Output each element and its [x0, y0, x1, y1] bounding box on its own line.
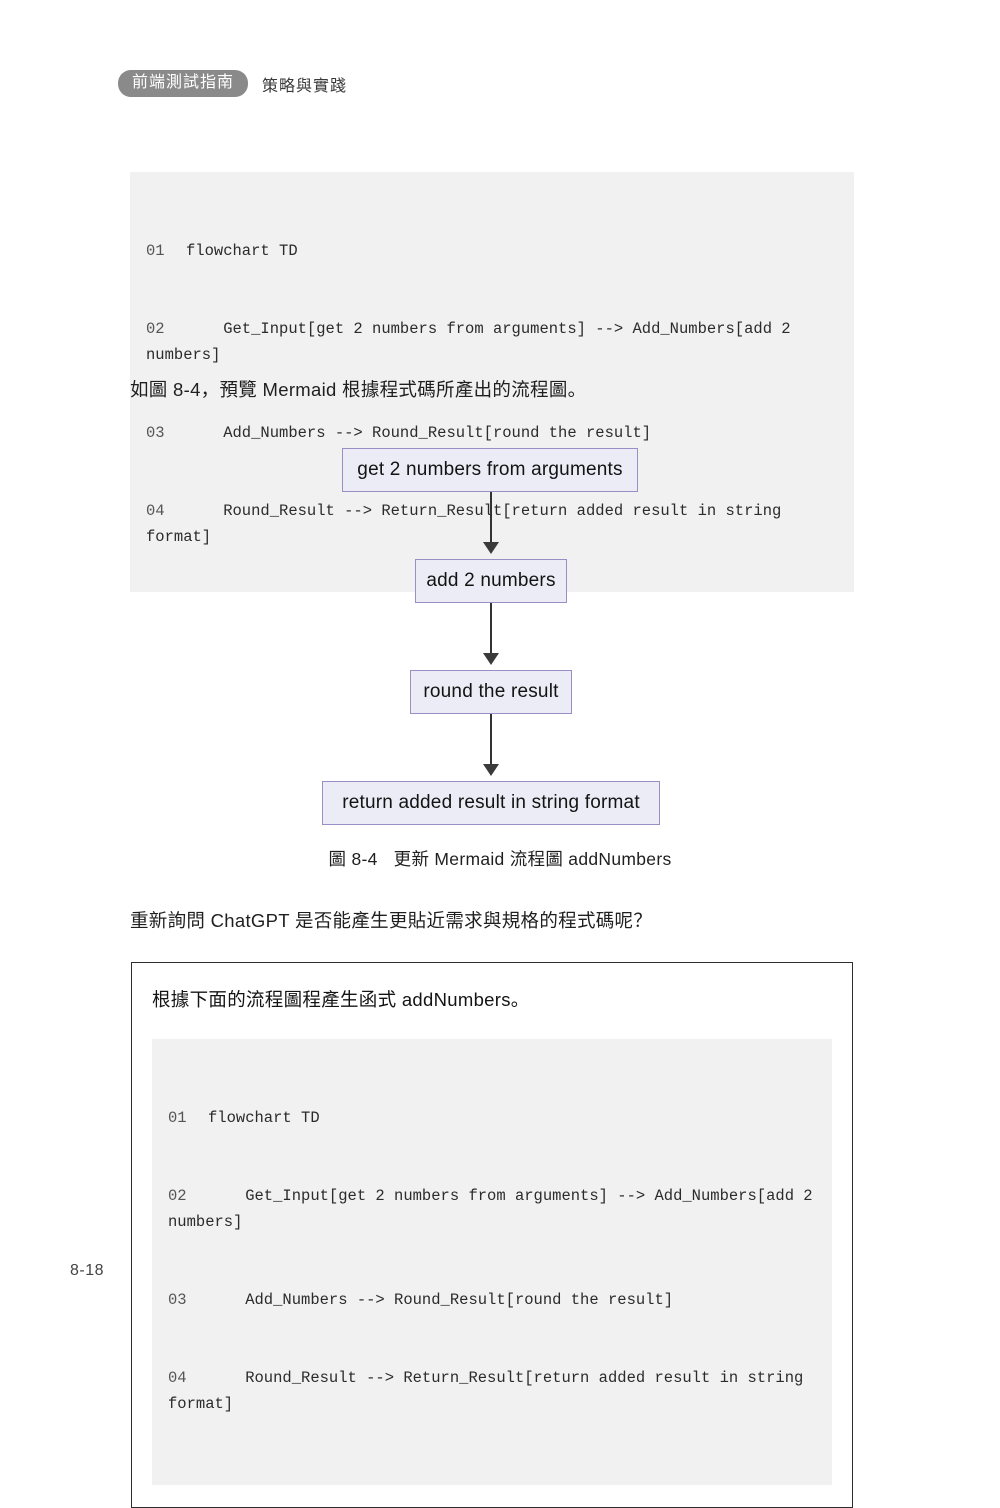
- line-number: 02: [168, 1187, 187, 1205]
- flow-edge-3: [490, 714, 492, 768]
- mermaid-code-block-prompt: 01 flowchart TD 02 Get_Input[get 2 number…: [152, 1039, 832, 1485]
- flow-edge-2: [490, 603, 492, 657]
- flow-node-get-input: get 2 numbers from arguments: [342, 448, 638, 492]
- paragraph-preview: 如圖 8-4，預覽 Mermaid 根據程式碼所產出的流程圖。: [130, 379, 587, 400]
- code-line-text: flowchart TD: [186, 242, 298, 260]
- flow-node-label: get 2 numbers from arguments: [357, 459, 623, 480]
- flow-node-label: return added result in string format: [342, 792, 640, 813]
- flow-arrowhead-2: [483, 653, 499, 665]
- flow-node-add-numbers: add 2 numbers: [415, 559, 567, 603]
- code-line-text: flowchart TD: [208, 1109, 320, 1127]
- flow-edge-1: [490, 492, 492, 546]
- line-number: 03: [168, 1291, 187, 1309]
- code-line: 01 flowchart TD: [168, 1105, 816, 1131]
- code-line-text: Get_Input[get 2 numbers from arguments] …: [168, 1187, 822, 1231]
- code-line: 02 Get_Input[get 2 numbers from argument…: [146, 316, 838, 368]
- prompt-box: 根據下面的流程圖程產生函式 addNumbers。 01 flowchart TD…: [131, 962, 853, 1508]
- code-line-text: Get_Input[get 2 numbers from arguments] …: [146, 320, 800, 364]
- book-subtitle: 策略與實踐: [262, 77, 348, 95]
- mermaid-flowchart-figure: get 2 numbers from arguments add 2 numbe…: [130, 440, 854, 840]
- code-line-text: Round_Result --> Return_Result[return ad…: [168, 1369, 813, 1413]
- figure-title: 更新 Mermaid 流程圖 addNumbers: [393, 849, 672, 869]
- page-number: 8-18: [70, 1262, 105, 1279]
- code-line: 01 flowchart TD: [146, 238, 838, 264]
- line-number: 01: [146, 242, 165, 260]
- flow-node-round-result: round the result: [410, 670, 572, 714]
- line-number: 01: [168, 1109, 187, 1127]
- line-number: 04: [168, 1369, 187, 1387]
- code-line: 02 Get_Input[get 2 numbers from argument…: [168, 1183, 816, 1235]
- code-line: 04 Round_Result --> Return_Result[return…: [168, 1365, 816, 1417]
- flow-node-label: add 2 numbers: [426, 570, 556, 591]
- flow-node-label: round the result: [423, 681, 559, 702]
- running-header: 前端測試指南 策略與實踐: [118, 70, 347, 97]
- paragraph-reask: 重新詢問 ChatGPT 是否能產生更貼近需求與規格的程式碼呢？: [130, 910, 653, 931]
- prompt-question-text: 根據下面的流程圖程產生函式 addNumbers。: [152, 989, 530, 1010]
- flow-arrowhead-1: [483, 542, 499, 554]
- figure-number: 圖 8-4: [328, 849, 378, 869]
- figure-caption: 圖 8-4 更新 Mermaid 流程圖 addNumbers: [0, 846, 1000, 871]
- flow-arrowhead-3: [483, 764, 499, 776]
- code-line-text: Add_Numbers --> Round_Result[round the r…: [208, 1291, 674, 1309]
- flow-node-return-result: return added result in string format: [322, 781, 660, 825]
- line-number: 02: [146, 320, 165, 338]
- code-line: 03 Add_Numbers --> Round_Result[round th…: [168, 1287, 816, 1313]
- book-title-badge: 前端測試指南: [118, 70, 249, 97]
